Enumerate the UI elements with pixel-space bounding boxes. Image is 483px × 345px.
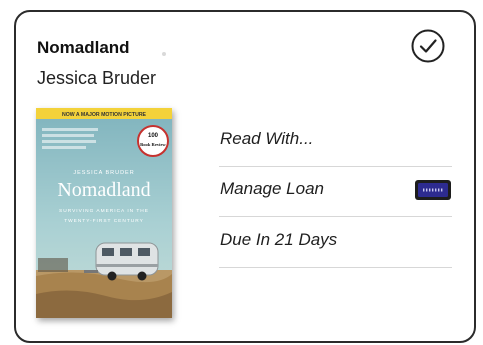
check-circle-icon[interactable] bbox=[410, 28, 446, 64]
separator-dot bbox=[162, 52, 166, 56]
cover-subtitle-2: TWENTY-FIRST CENTURY bbox=[64, 218, 144, 224]
cover-banner: NOW A MAJOR MOTION PICTURE bbox=[62, 112, 147, 118]
manage-loan-button[interactable]: Manage Loan bbox=[219, 166, 452, 217]
cover-author: JESSICA BRUDER bbox=[73, 170, 134, 176]
ereader-device-icon bbox=[414, 179, 452, 201]
due-date-label: Due In 21 Days bbox=[220, 230, 338, 249]
due-date-item: Due In 21 Days bbox=[219, 217, 452, 268]
loan-card: Nomadland Jessica Bruder NOW A MAJOR MOT… bbox=[14, 10, 476, 343]
cover-badge-label: Book Review bbox=[140, 142, 166, 147]
cover-subtitle-1: SURVIVING AMERICA IN THE bbox=[59, 208, 149, 214]
manage-loan-label: Manage Loan bbox=[220, 179, 324, 198]
read-with-button[interactable]: Read With... bbox=[219, 116, 452, 167]
book-cover[interactable]: NOW A MAJOR MOTION PICTURE 100 Book Revi… bbox=[36, 108, 172, 318]
cover-badge-number: 100 bbox=[148, 133, 159, 139]
read-with-label: Read With... bbox=[220, 129, 314, 148]
book-author: Jessica Bruder bbox=[37, 68, 157, 88]
book-title: Nomadland bbox=[37, 38, 130, 57]
cover-title: Nomadland bbox=[57, 179, 150, 201]
